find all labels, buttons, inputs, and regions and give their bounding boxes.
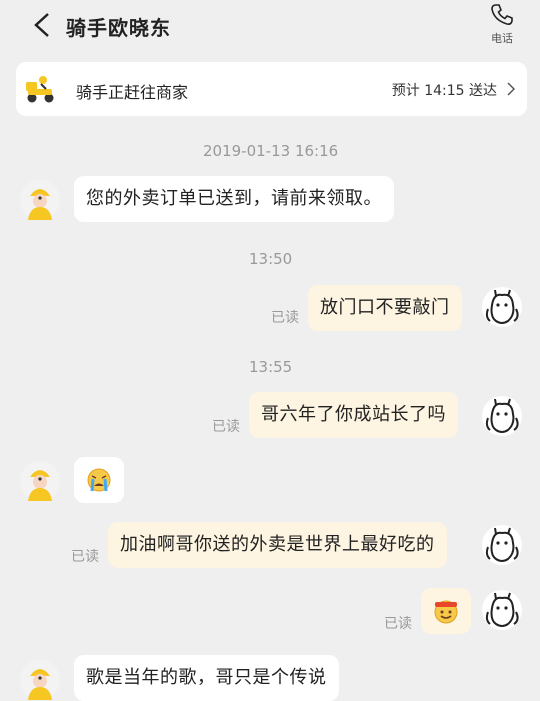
rider-avatar[interactable] — [20, 180, 60, 220]
delivery-status-card[interactable]: 骑手正赶往商家 预计 14:15 送达 — [16, 62, 527, 116]
incoming-emoji-message[interactable] — [74, 457, 124, 503]
chat-header: 骑手欧晓东 电话 — [0, 0, 540, 54]
incoming-message[interactable]: 您的外卖订单已送到，请前来领取。 — [74, 176, 394, 222]
eta-text: 预计 14:15 送达 — [391, 83, 497, 99]
user-avatar[interactable] — [482, 525, 522, 565]
read-receipt: 已读 — [71, 549, 99, 565]
read-receipt: 已读 — [212, 419, 240, 435]
timestamp: 13:50 — [249, 250, 293, 268]
rider-avatar[interactable] — [20, 660, 60, 700]
incoming-message[interactable]: 歌是当年的歌，哥只是个传说 — [74, 655, 339, 701]
read-receipt: 已读 — [384, 616, 412, 632]
back-arrow-icon[interactable] — [30, 10, 54, 40]
chevron-right-icon — [507, 82, 515, 96]
status-text: 骑手正赶往商家 — [76, 83, 189, 102]
user-avatar[interactable] — [482, 590, 522, 630]
user-avatar[interactable] — [482, 287, 522, 327]
cheering-face-icon — [434, 600, 458, 624]
phone-icon — [491, 4, 513, 25]
user-avatar[interactable] — [482, 396, 522, 436]
read-receipt: 已读 — [271, 310, 299, 326]
crying-face-icon — [87, 468, 111, 492]
outgoing-message[interactable]: 哥六年了你成站长了吗 — [249, 392, 458, 438]
page-title: 骑手欧晓东 — [66, 16, 171, 40]
phone-label: 电话 — [491, 32, 513, 45]
timestamp: 13:55 — [249, 358, 293, 376]
rider-scooter-icon — [26, 76, 54, 103]
timestamp: 2019-01-13 16:16 — [203, 142, 339, 160]
call-button[interactable]: 电话 — [484, 2, 520, 46]
outgoing-message[interactable]: 放门口不要敲门 — [308, 285, 462, 331]
outgoing-message[interactable]: 加油啊哥你送的外卖是世界上最好吃的 — [108, 522, 447, 568]
rider-avatar[interactable] — [20, 461, 60, 501]
outgoing-emoji-message[interactable] — [421, 588, 471, 634]
